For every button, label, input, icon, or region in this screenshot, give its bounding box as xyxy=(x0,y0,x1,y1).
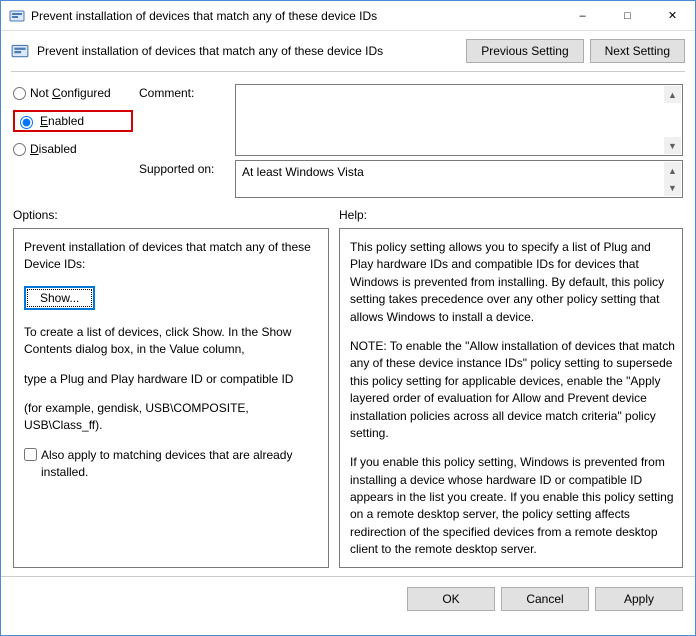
also-apply-label: Also apply to matching devices that are … xyxy=(41,447,318,482)
radio-enabled-label: Enabled xyxy=(40,114,84,128)
scroll-down-icon[interactable]: ▼ xyxy=(664,179,681,196)
options-panel: Options: Prevent installation of devices… xyxy=(13,208,329,568)
radio-disabled-input[interactable] xyxy=(13,143,26,156)
help-box[interactable]: This policy setting allows you to specif… xyxy=(339,228,683,568)
radio-disabled-label: Disabled xyxy=(30,142,77,156)
footer: OK Cancel Apply xyxy=(1,576,695,621)
radio-disabled[interactable]: Disabled xyxy=(13,142,133,156)
help-p3: If you enable this policy setting, Windo… xyxy=(350,454,676,558)
radio-enabled-highlight: Enabled xyxy=(13,110,133,132)
radio-not-configured[interactable]: Not Configured xyxy=(13,86,133,100)
supported-on-label: Supported on: xyxy=(139,160,229,176)
help-panel: Help: This policy setting allows you to … xyxy=(339,208,683,568)
window-controls: – □ ✕ xyxy=(560,1,695,30)
scroll-down-icon[interactable]: ▼ xyxy=(664,137,681,154)
also-apply-checkbox[interactable] xyxy=(24,448,37,461)
state-radio-group: Not Configured Enabled Disabled xyxy=(13,84,133,156)
options-label: Options: xyxy=(13,208,329,222)
options-box: Prevent installation of devices that mat… xyxy=(13,228,329,568)
radio-not-configured-input[interactable] xyxy=(13,87,26,100)
maximize-button[interactable]: □ xyxy=(605,1,650,30)
minimize-button[interactable]: – xyxy=(560,1,605,30)
options-instr3: (for example, gendisk, USB\COMPOSITE, US… xyxy=(24,400,318,435)
help-label: Help: xyxy=(339,208,683,222)
show-button[interactable]: Show... xyxy=(24,286,95,310)
close-button[interactable]: ✕ xyxy=(650,1,695,30)
supported-on-value: At least Windows Vista xyxy=(242,165,364,179)
options-intro: Prevent installation of devices that mat… xyxy=(24,239,318,274)
comment-textarea[interactable]: ▲ ▼ xyxy=(235,84,683,156)
supported-on-box: At least Windows Vista ▲ ▼ xyxy=(235,160,683,198)
apply-button[interactable]: Apply xyxy=(595,587,683,611)
help-p2: NOTE: To enable the "Allow installation … xyxy=(350,338,676,442)
comment-label: Comment: xyxy=(139,84,229,100)
options-instr2: type a Plug and Play hardware ID or comp… xyxy=(24,371,318,388)
ok-button[interactable]: OK xyxy=(407,587,495,611)
radio-enabled-input[interactable] xyxy=(20,116,33,129)
options-instr1: To create a list of devices, click Show.… xyxy=(24,324,318,359)
separator xyxy=(11,71,685,72)
window-title: Prevent installation of devices that mat… xyxy=(31,9,560,23)
subheader-text: Prevent installation of devices that mat… xyxy=(37,44,466,58)
scroll-up-icon[interactable]: ▲ xyxy=(664,86,681,103)
next-setting-button[interactable]: Next Setting xyxy=(590,39,685,63)
also-apply-row[interactable]: Also apply to matching devices that are … xyxy=(24,447,318,482)
help-p1: This policy setting allows you to specif… xyxy=(350,239,676,326)
policy-icon xyxy=(11,42,29,60)
previous-setting-button[interactable]: Previous Setting xyxy=(466,39,583,63)
panels: Options: Prevent installation of devices… xyxy=(1,208,695,568)
policy-icon xyxy=(9,8,25,24)
radio-not-configured-label: Not Configured xyxy=(30,86,111,100)
titlebar: Prevent installation of devices that mat… xyxy=(1,1,695,31)
subheader: Prevent installation of devices that mat… xyxy=(1,31,695,71)
config-area: Not Configured Enabled Disabled Comment:… xyxy=(1,80,695,208)
cancel-button[interactable]: Cancel xyxy=(501,587,589,611)
scroll-up-icon[interactable]: ▲ xyxy=(664,162,681,179)
